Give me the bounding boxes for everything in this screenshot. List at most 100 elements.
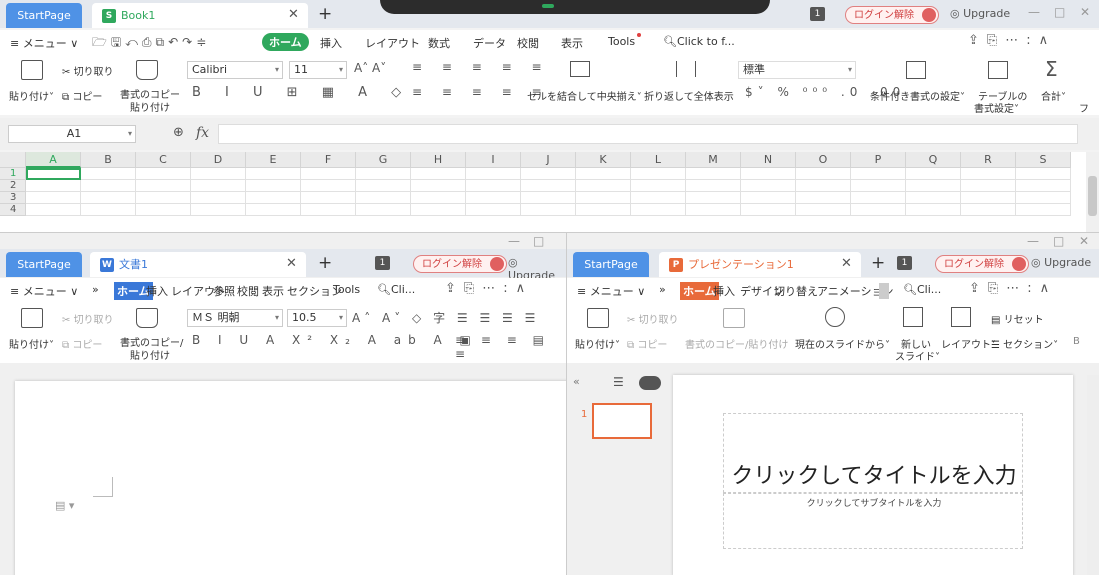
grid-cell[interactable] <box>796 204 851 216</box>
close-tab-icon[interactable]: ✕ <box>288 7 299 22</box>
grid-cell[interactable] <box>81 204 136 216</box>
writer-copy-button[interactable]: ⧉ コピー <box>62 336 102 351</box>
grid-cell[interactable] <box>521 192 576 204</box>
column-header[interactable]: M <box>686 152 741 168</box>
writer-format-painter-icon[interactable] <box>136 308 158 328</box>
present-tab-doc[interactable]: P プレゼンテーション1 <box>659 252 861 277</box>
grid-cell[interactable] <box>521 180 576 192</box>
new-slide-icon[interactable] <box>903 307 923 327</box>
quick-access-icons[interactable]: 🗁🖫⤺⎙⧉↶↷≑ <box>92 33 210 54</box>
upgrade-link[interactable]: ◎ Upgrade <box>950 7 1010 20</box>
grid-cell[interactable] <box>26 180 81 192</box>
grid-cell[interactable] <box>1016 180 1071 192</box>
grid-cell[interactable] <box>301 204 356 216</box>
grid-cell[interactable] <box>906 168 961 180</box>
font-size-icons[interactable]: A˄ A˅ <box>354 61 386 75</box>
size-select[interactable]: 11 ▾ <box>289 61 347 79</box>
grid-cell[interactable] <box>1016 204 1071 216</box>
column-header[interactable]: D <box>191 152 246 168</box>
reset-button[interactable]: ▤ リセット <box>991 311 1044 326</box>
new-tab-icon[interactable]: + <box>318 4 332 24</box>
paste-icon[interactable] <box>21 60 43 80</box>
column-header[interactable]: C <box>136 152 191 168</box>
slide-canvas[interactable]: クリックしてタイトルを入力 クリックしてサブタイトルを入力 <box>673 375 1073 575</box>
grid-cell[interactable] <box>466 180 521 192</box>
present-new-tab-icon[interactable]: + <box>871 253 885 273</box>
window-count-badge[interactable]: 1 <box>810 7 825 21</box>
present-cut-button[interactable]: ✂︎ 切り取り <box>627 311 679 326</box>
grid-cell[interactable] <box>796 192 851 204</box>
present-restore-icon[interactable]: □ <box>1053 234 1064 248</box>
grid-cell[interactable] <box>576 204 631 216</box>
minimize-icon[interactable]: — <box>1028 5 1040 19</box>
menu-view[interactable]: 表示 <box>561 35 583 51</box>
writer-tab-doc[interactable]: W 文書1 <box>90 252 306 277</box>
grid-cell[interactable] <box>136 204 191 216</box>
layout-label[interactable]: レイアウト˅ <box>941 336 996 351</box>
grid-cell[interactable] <box>796 168 851 180</box>
grid-cell[interactable] <box>851 192 906 204</box>
row-header[interactable]: 3 <box>0 192 26 204</box>
grid-cell[interactable] <box>191 180 246 192</box>
writer-share-icons[interactable]: ⇪⎘⋯:∧ <box>445 281 533 296</box>
grid-cell[interactable] <box>411 180 466 192</box>
writer-menu-insert[interactable]: 挿入 <box>146 283 168 299</box>
grid-cell[interactable] <box>686 180 741 192</box>
grid-cell[interactable] <box>741 180 796 192</box>
present-menu-main[interactable]: ≡ メニュー ∨ <box>577 283 645 299</box>
grid-cell[interactable] <box>466 192 521 204</box>
menu-review[interactable]: 校閲 <box>517 35 539 51</box>
present-format-copy-label[interactable]: 書式のコピー/貼り付け <box>685 336 788 351</box>
conditional-format-label[interactable]: 条件付き書式の設定˅ <box>870 88 965 103</box>
grid-cell[interactable] <box>191 192 246 204</box>
writer-font-select[interactable]: ＭＳ 明朝 ▾ <box>187 309 283 327</box>
select-all-corner[interactable] <box>0 152 26 168</box>
present-close-tab-icon[interactable]: ✕ <box>841 256 852 271</box>
grid-cell[interactable] <box>631 180 686 192</box>
grid-cell[interactable] <box>81 192 136 204</box>
from-current-label[interactable]: 現在のスライドから˅ <box>795 336 890 351</box>
grid-cell[interactable] <box>521 168 576 180</box>
writer-font-tools-icons[interactable]: A˄ A˅ ◇ 字 ☰ ☰ ☰ ☰ <box>352 309 539 326</box>
play-from-current-icon[interactable] <box>825 307 845 327</box>
row-header[interactable]: 4 <box>0 204 26 216</box>
column-header[interactable]: H <box>411 152 466 168</box>
grid-cell[interactable] <box>136 168 191 180</box>
scrollbar-thumb[interactable] <box>1088 176 1097 216</box>
writer-minimize-icon[interactable]: — <box>508 234 520 248</box>
copy-button[interactable]: ⧉ コピー <box>62 88 102 103</box>
present-logout-button[interactable]: ログイン解除 <box>935 255 1029 273</box>
grid-cell[interactable] <box>356 168 411 180</box>
writer-window-count-badge[interactable]: 1 <box>375 256 390 270</box>
menu-scroll-icon[interactable] <box>879 283 889 299</box>
grid-cell[interactable] <box>411 168 466 180</box>
writer-restore-icon[interactable]: □ <box>533 234 544 248</box>
number-format-select[interactable]: 標準 ▾ <box>738 61 856 79</box>
column-header[interactable]: A <box>26 152 81 168</box>
grid-cell[interactable] <box>1016 168 1071 180</box>
share-icons[interactable]: ⇪⎘⋯:∧ <box>968 33 1056 48</box>
bold-italic-underline-icons[interactable]: B I U ⊞ ▦ A ◇ <box>192 85 411 100</box>
grid-cell[interactable] <box>741 192 796 204</box>
tab-book1[interactable]: S Book1 <box>92 3 308 28</box>
collapse-panel-icon[interactable]: « <box>573 375 580 388</box>
present-search-command[interactable]: 🔍︎Cli... <box>903 283 941 296</box>
writer-paste-label[interactable]: 貼り付け˅ <box>9 336 54 351</box>
column-header[interactable]: B <box>81 152 136 168</box>
grid-cell[interactable] <box>466 168 521 180</box>
column-header[interactable]: F <box>301 152 356 168</box>
sheet-vertical-scrollbar[interactable] <box>1086 152 1099 232</box>
paste-label[interactable]: 貼り付け˅ <box>9 88 54 103</box>
column-header[interactable]: P <box>851 152 906 168</box>
grid-cell[interactable] <box>81 180 136 192</box>
grid-cell[interactable] <box>246 168 301 180</box>
slide-scrollbar[interactable] <box>1087 375 1099 575</box>
cut-button[interactable]: ✂︎ 切り取り <box>62 63 114 78</box>
grid-cell[interactable] <box>851 204 906 216</box>
menu-tools[interactable]: Tools <box>608 35 635 48</box>
writer-cut-button[interactable]: ✂︎ 切り取り <box>62 311 114 326</box>
grid-cell[interactable] <box>301 168 356 180</box>
present-window-count-badge[interactable]: 1 <box>897 256 912 270</box>
column-header[interactable]: O <box>796 152 851 168</box>
present-paste-label[interactable]: 貼り付け˅ <box>575 336 620 351</box>
